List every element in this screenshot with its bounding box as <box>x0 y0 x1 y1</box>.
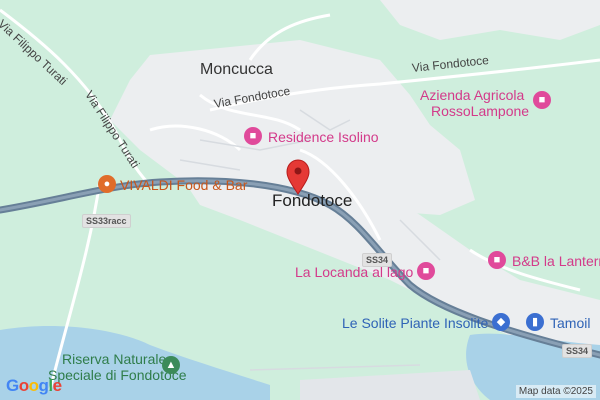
fork-knife-icon[interactable]: ● <box>98 175 116 193</box>
road-badge-ss34: SS34 <box>562 344 593 358</box>
fuel-pump-icon[interactable]: ▮ <box>526 313 544 331</box>
shopping-bag-icon[interactable]: ◆ <box>492 313 510 331</box>
poi-bnb-la-lantern[interactable]: B&B la Lantern <box>512 254 600 268</box>
place-label-moncucca[interactable]: Moncucca <box>200 62 273 78</box>
map-copyright[interactable]: Map data ©2025 <box>515 385 596 398</box>
hotel-bed-icon[interactable]: ■ <box>244 127 262 145</box>
poi-tamoil[interactable]: Tamoil <box>550 316 590 330</box>
hotel-bed-icon[interactable]: ■ <box>488 251 506 269</box>
road-badge-ss33racc: SS33racc <box>82 214 131 228</box>
poi-la-locanda[interactable]: La Locanda al lago <box>295 265 413 279</box>
hotel-bed-icon[interactable]: ■ <box>533 91 551 109</box>
poi-azienda-agricola-line1[interactable]: Azienda Agricola <box>420 88 524 102</box>
place-label-fondotoce[interactable]: Fondotoce <box>272 192 352 209</box>
tree-icon[interactable]: ▲ <box>162 356 180 374</box>
map-canvas[interactable]: Moncucca Fondotoce Via Fondotoce Via Fon… <box>0 0 600 400</box>
poi-azienda-agricola-line2[interactable]: RossoLampone <box>431 104 529 118</box>
poi-residence-isolino[interactable]: Residence Isolino <box>268 130 379 144</box>
poi-vivaldi[interactable]: VIVALDI Food & Bar <box>120 178 247 192</box>
hotel-bed-icon[interactable]: ■ <box>417 262 435 280</box>
google-logo: Google <box>6 376 62 395</box>
poi-le-solite-piante[interactable]: Le Solite Piante Insolite <box>342 316 488 330</box>
poi-riserva-line1[interactable]: Riserva Naturale <box>62 352 166 366</box>
